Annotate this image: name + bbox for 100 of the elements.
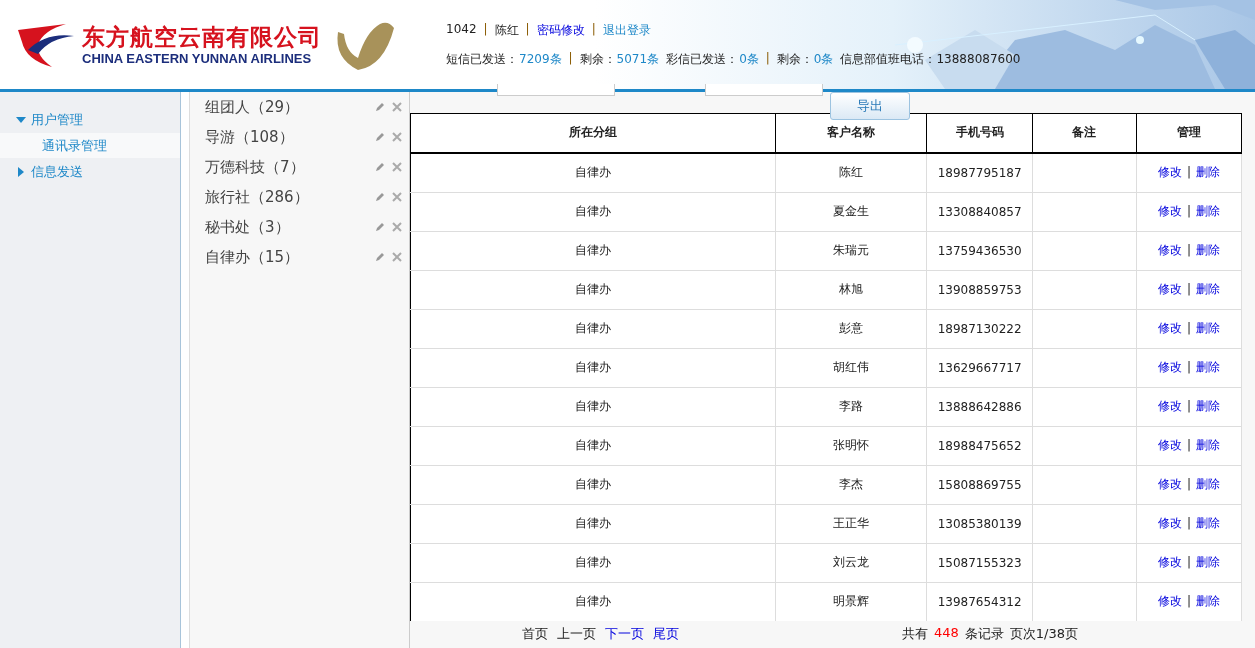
separator: | [483, 21, 488, 38]
separator: | [1186, 165, 1191, 180]
delete-link[interactable]: 删除 [1195, 282, 1220, 297]
edit-icon[interactable] [375, 102, 385, 112]
pager-link[interactable]: 下一页 [605, 625, 644, 644]
group-item[interactable]: 秘书处（3） [205, 217, 375, 237]
delete-link[interactable]: 删除 [1195, 438, 1220, 453]
group-item[interactable]: 组团人（29） [205, 97, 375, 117]
edit-link[interactable]: 修改 [1157, 399, 1182, 414]
info-text: 信息部值班电话：13888087600 [840, 50, 1021, 68]
delete-icon[interactable] [392, 252, 402, 262]
table-cell: 李路 [839, 399, 863, 414]
edit-link[interactable]: 修改 [1157, 321, 1182, 336]
delete-link[interactable]: 删除 [1195, 243, 1220, 258]
table-cell: 13308840857 [937, 204, 1022, 219]
info-text: 短信已发送： [446, 50, 518, 68]
delete-icon[interactable] [392, 192, 402, 202]
table-cell: 15087155323 [937, 555, 1022, 570]
submenu-item[interactable]: 通讯录管理 [0, 133, 180, 158]
table-cell: 自律办 [574, 477, 611, 492]
table-cell: 陈红 [839, 165, 863, 180]
table-cell: 彭意 [839, 321, 863, 336]
separator: | [1186, 399, 1191, 414]
info-text: 剩余： [776, 50, 813, 68]
separator: | [1186, 438, 1191, 453]
edit-link[interactable]: 修改 [1157, 516, 1182, 531]
edit-link[interactable]: 修改 [1157, 555, 1182, 570]
delete-link[interactable]: 删除 [1195, 594, 1220, 609]
separator: | [568, 50, 573, 67]
edit-link[interactable]: 修改 [1157, 204, 1182, 219]
delete-link[interactable]: 删除 [1195, 204, 1220, 219]
table-cell: 自律办 [574, 516, 611, 531]
separator: | [1186, 516, 1191, 531]
group-item[interactable]: 导游（108） [205, 127, 375, 147]
table-cell: 刘云龙 [833, 555, 869, 570]
table-cell: 朱瑞元 [833, 243, 869, 258]
separator: | [1186, 321, 1191, 336]
table-cell: 自律办 [574, 360, 611, 375]
edit-icon[interactable] [375, 222, 385, 232]
group-item[interactable]: 自律办（15） [205, 247, 375, 267]
edit-link[interactable]: 修改 [1157, 477, 1182, 492]
input-field[interactable] [705, 84, 823, 96]
count-value: 0条 [813, 50, 834, 68]
edit-link[interactable]: 修改 [1157, 438, 1182, 453]
column-header: 客户名称 [775, 113, 927, 153]
table-cell: 13987654312 [937, 594, 1022, 609]
menu-item[interactable]: 信息发送 [0, 158, 180, 185]
separator: | [591, 21, 596, 38]
separator: | [1186, 555, 1191, 570]
separator: | [1186, 360, 1191, 375]
info-text: 1042 [446, 21, 477, 38]
delete-link[interactable]: 删除 [1195, 516, 1220, 531]
group-item[interactable]: 万德科技（7） [205, 157, 375, 177]
delete-icon[interactable] [392, 102, 402, 112]
delete-link[interactable]: 删除 [1195, 321, 1220, 336]
input-field[interactable] [497, 84, 615, 96]
delete-icon[interactable] [392, 162, 402, 172]
edit-link[interactable]: 修改 [1157, 360, 1182, 375]
separator: | [1186, 477, 1191, 492]
company-name: 东方航空云南有限公司 [82, 22, 322, 51]
export-button[interactable]: 导出 [830, 92, 910, 120]
group-item[interactable]: 旅行社（286） [205, 187, 375, 207]
logout-link[interactable]: 退出登录 [602, 21, 651, 39]
table-cell: 张明怀 [833, 438, 869, 453]
edit-icon[interactable] [375, 162, 385, 172]
edit-link[interactable]: 修改 [1157, 243, 1182, 258]
password-link[interactable]: 密码修改 [536, 21, 585, 39]
edit-icon[interactable] [375, 192, 385, 202]
count-value: 0条 [739, 50, 759, 68]
delete-link[interactable]: 删除 [1195, 477, 1220, 492]
menu-item[interactable]: 用户管理 [0, 106, 180, 133]
edit-icon[interactable] [375, 132, 385, 142]
table-cell: 王正华 [833, 516, 869, 531]
table-cell: 18988475652 [937, 438, 1022, 453]
separator: | [1186, 282, 1191, 297]
delete-link[interactable]: 删除 [1195, 555, 1220, 570]
separator: | [1186, 594, 1191, 609]
table-cell: 自律办 [574, 321, 611, 336]
table-cell: 林旭 [839, 282, 863, 297]
pager-link[interactable]: 尾页 [653, 625, 679, 644]
delete-link[interactable]: 删除 [1195, 399, 1220, 414]
edit-link[interactable]: 修改 [1157, 282, 1182, 297]
edit-link[interactable]: 修改 [1157, 594, 1182, 609]
delete-link[interactable]: 删除 [1195, 165, 1220, 180]
table-cell: 自律办 [574, 438, 611, 453]
column-header: 手机号码 [926, 113, 1033, 153]
delete-icon[interactable] [392, 132, 402, 142]
table-cell: 自律办 [574, 555, 611, 570]
separator: | [1186, 204, 1191, 219]
delete-icon[interactable] [392, 222, 402, 232]
edit-link[interactable]: 修改 [1157, 165, 1182, 180]
edit-icon[interactable] [375, 252, 385, 262]
column-header: 备注 [1032, 113, 1137, 153]
company-name-english: CHINA EASTERN YUNNAN AIRLINES [82, 50, 313, 67]
table-cell: 13908859753 [937, 282, 1022, 297]
table-cell: 明景辉 [833, 594, 869, 609]
table-cell: 自律办 [574, 204, 611, 219]
count-value: 7209条 [519, 50, 562, 68]
record-label: 条记录 [964, 625, 1004, 644]
delete-link[interactable]: 删除 [1195, 360, 1220, 375]
